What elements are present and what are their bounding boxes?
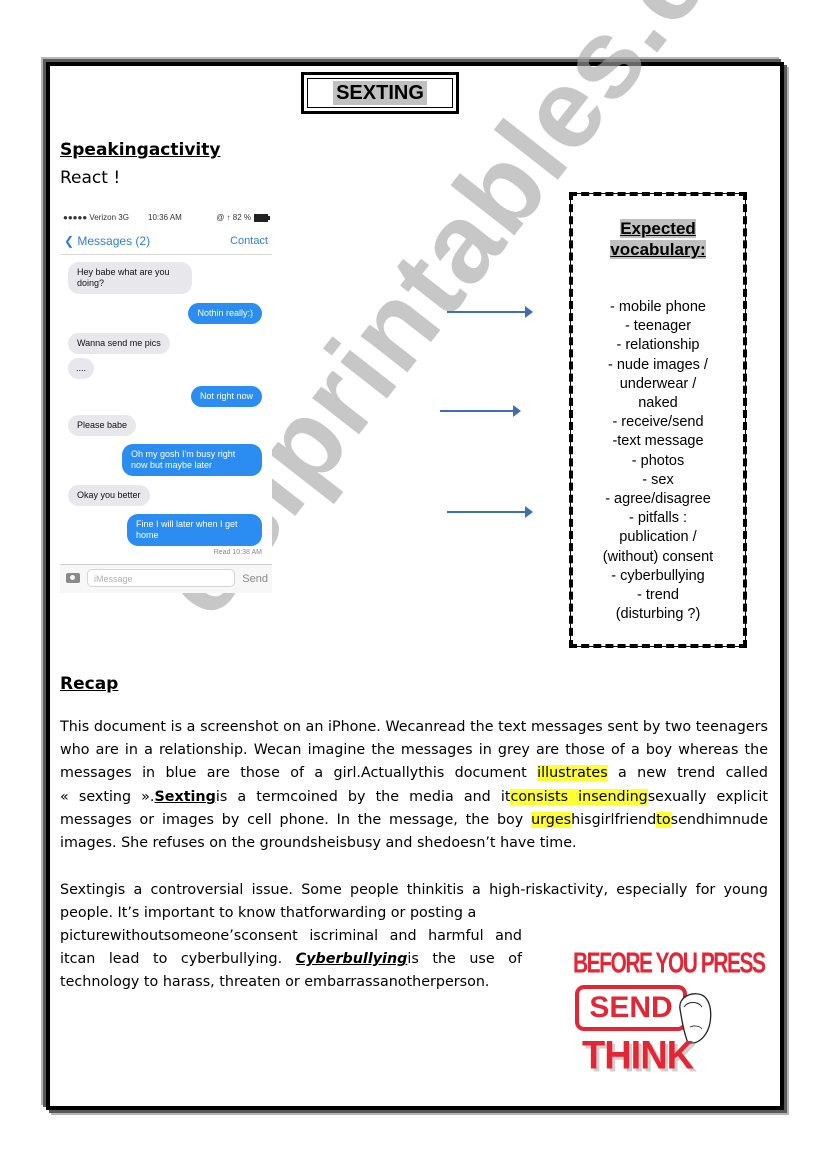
vocab-item: publication / <box>619 529 697 546</box>
message-bubble-blue: Oh my gosh I'm busy right now but maybe … <box>122 444 262 476</box>
send-button[interactable]: Send <box>242 573 268 585</box>
poster-line-1: BEFORE YOU PRESS <box>573 948 766 980</box>
read-receipt: Read 10:38 AM <box>213 549 262 556</box>
vocabulary-title-line1: Expected <box>620 219 696 238</box>
vocab-item: - mobile phone <box>610 299 706 315</box>
term-sexting: Sexting <box>154 788 216 805</box>
vocab-item: - photos <box>631 452 685 469</box>
vocab-item: - pitfalls : <box>628 510 687 527</box>
vocab-item: - receive/send <box>612 414 704 431</box>
recap-heading: Recap <box>60 674 119 694</box>
highlighted-word: illustrates <box>537 765 608 782</box>
message-bubble-grey: Wanna send me pics <box>68 333 170 354</box>
back-to-messages-button[interactable]: ❮ Messages (2) <box>64 234 150 248</box>
vocabulary-list: - mobile phone - teenager - relationship… <box>573 298 743 624</box>
text-run: is a termcoined by the media and it <box>215 788 511 805</box>
message-bubble-grey: Hey babe what are you doing? <box>68 262 192 294</box>
contact-button[interactable]: Contact <box>230 235 268 247</box>
vocabulary-title-line2: vocabulary: <box>610 240 706 259</box>
highlighted-word: sending <box>591 788 648 805</box>
page-title: SEXTING <box>333 81 427 105</box>
vocabulary-title: Expected vocabulary: <box>573 218 743 260</box>
status-time: 10:36 AM <box>148 213 182 222</box>
message-bubble-blue: Fine I will later when I get home <box>127 514 262 546</box>
camera-icon[interactable] <box>66 573 80 583</box>
arrow-right-icon <box>447 306 533 318</box>
vocab-item: - cyberbullying <box>611 567 705 584</box>
vocab-item: (disturbing ?) <box>615 606 701 623</box>
message-bubble-blue: Not right now <box>190 386 262 407</box>
battery-indicator: @ ↑ 82 % <box>216 213 270 222</box>
carrier-label: ●●●●● Verizon 3G <box>63 213 129 222</box>
vocab-item: naked <box>638 395 678 412</box>
message-bubble-grey: Please babe <box>68 415 137 436</box>
expected-vocabulary-box: Expected vocabulary: - mobile phone - te… <box>569 192 747 648</box>
vocab-item: - teenager <box>624 318 692 335</box>
highlighted-word: consists in <box>510 788 592 805</box>
arrow-right-icon <box>447 506 533 518</box>
vocab-item: (without) consent <box>602 548 714 565</box>
iphone-screenshot: ●●●●● Verizon 3G 10:36 AM @ ↑ 82 % ❮ Mes… <box>60 210 272 593</box>
text-run: hisgirlfriend <box>571 811 657 828</box>
highlighted-word: urges <box>531 811 572 828</box>
messages-nav-bar: ❮ Messages (2) Contact <box>60 232 272 255</box>
speaking-activity-heading: Speakingactivity <box>60 140 221 160</box>
imessage-input[interactable]: iMessage <box>87 569 235 587</box>
vocab-item: underwear / <box>619 375 697 392</box>
message-bubble-grey: .... <box>68 358 95 379</box>
term-cyberbullying: Cyberbullying <box>295 951 408 968</box>
title-box: SEXTING <box>301 72 459 114</box>
message-bubble-blue: Nothin really:) <box>188 303 262 324</box>
vocab-item: - relationship <box>616 337 700 354</box>
vocab-item: - trend <box>637 587 679 604</box>
arrow-right-icon <box>440 405 521 417</box>
poster-line-3: THINK <box>582 1033 694 1079</box>
recap-paragraph-1: This document is a screenshot on an iPho… <box>60 716 768 855</box>
poster-send-label: SEND <box>589 991 673 1024</box>
highlighted-word: to <box>656 811 671 828</box>
vocab-item: - nude images / <box>608 356 708 373</box>
battery-label: @ ↑ 82 % <box>216 213 251 222</box>
battery-icon <box>254 213 270 222</box>
vocab-item: - agree/disagree <box>605 491 711 508</box>
vocab-item: -text message <box>612 433 704 450</box>
vocab-item: - sex <box>642 471 674 488</box>
recap-paragraph-2: Sextingis a controversial issue. Some pe… <box>60 882 768 922</box>
poster-send-button-graphic: SEND <box>575 985 687 1031</box>
message-input-bar: iMessage Send <box>60 564 272 593</box>
status-bar: ●●●●● Verizon 3G 10:36 AM @ ↑ 82 % <box>60 213 272 225</box>
recap-paragraph-3: picturewithoutsomeone’sconsent iscrimina… <box>60 925 522 995</box>
message-bubble-grey: Okay you better <box>68 485 150 506</box>
before-you-press-send-poster: BEFORE YOU PRESS SEND THINK <box>570 945 766 1085</box>
react-instruction: React ! <box>60 168 121 188</box>
